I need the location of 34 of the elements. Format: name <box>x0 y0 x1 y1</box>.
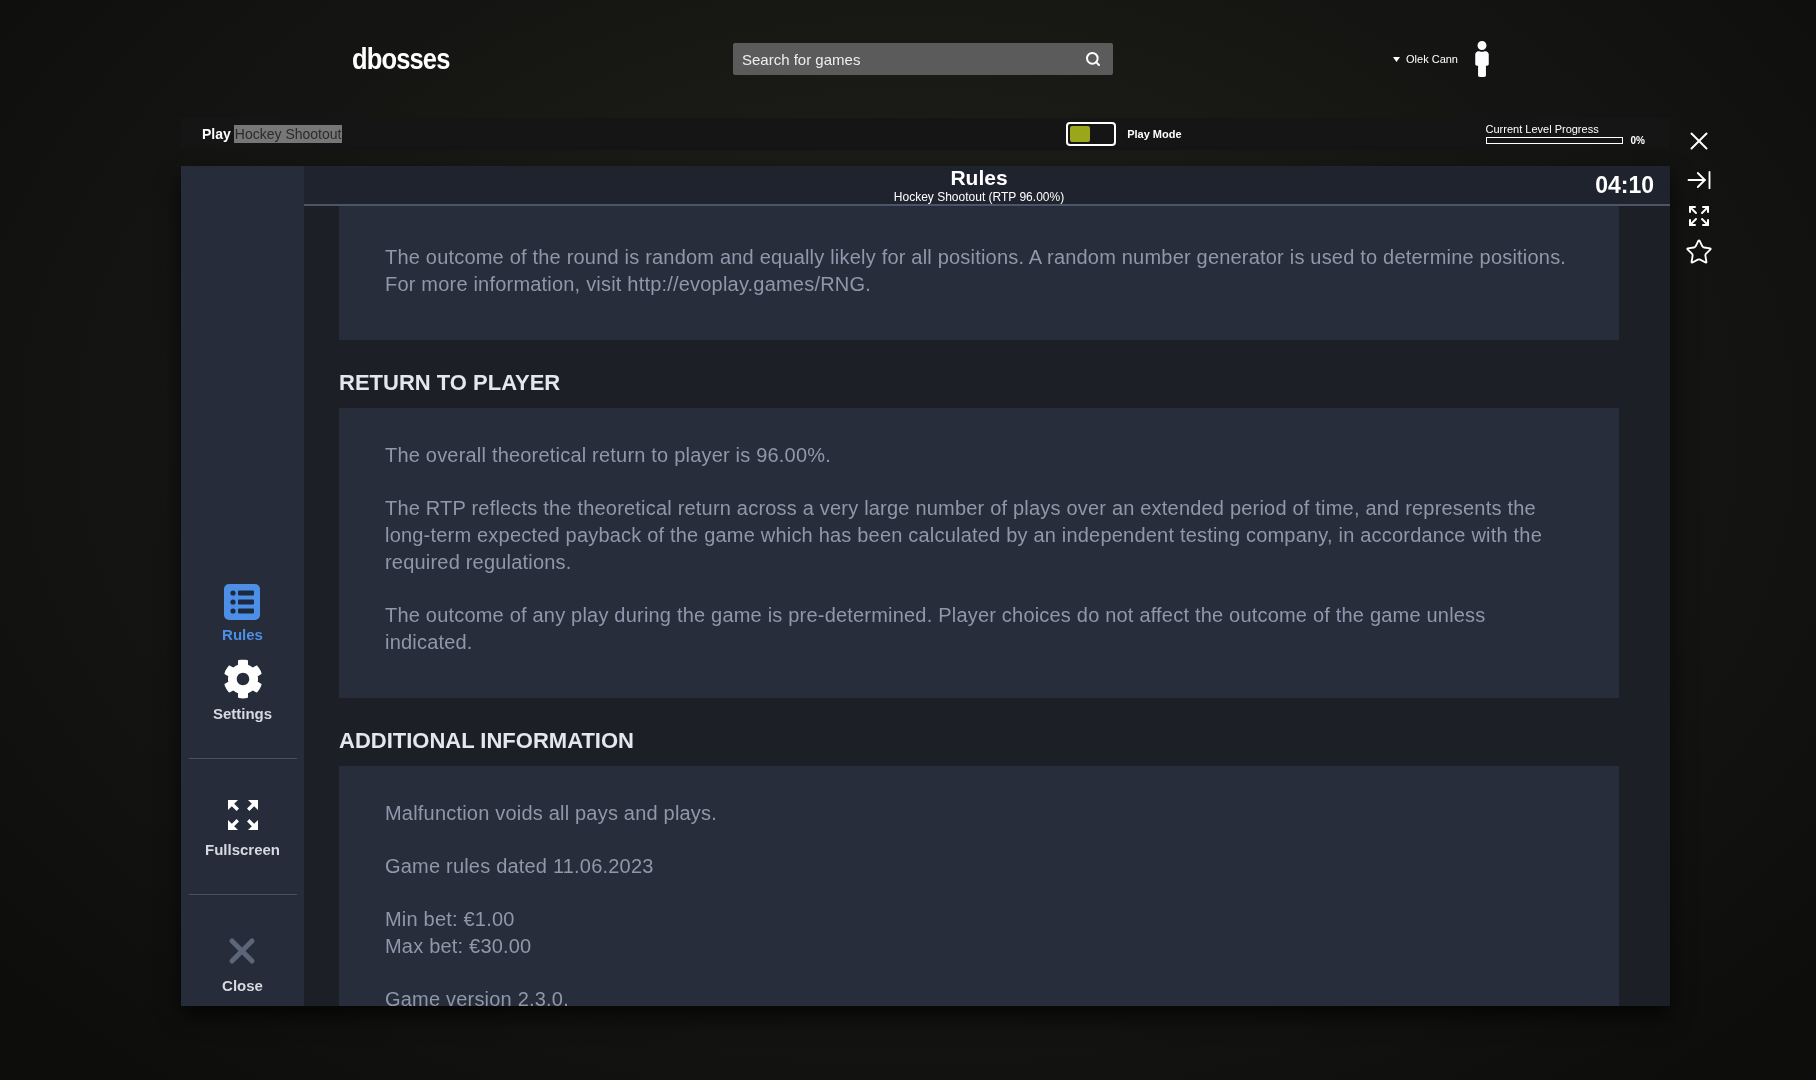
rules-paragraph: The RTP reflects the theoretical return across a very large number of plays over an extended period of time, and represents the long-term expected payback of the game which has been calculated by an independent testing company, in accordance with the required regulations. <box>385 496 1543 575</box>
rules-paragraph: The overall theoretical return to player is 96.00%. <box>385 443 832 468</box>
logo[interactable]: dbosses <box>352 42 450 76</box>
rules-paragraph: Malfunction voids all pays and plays. <box>385 801 719 826</box>
progress-reading: 0% <box>1630 134 1645 146</box>
rules-paragraph: Game rules dated 11.06.2023 <box>385 854 655 879</box>
section-heading: RETURN TO PLAYER <box>339 370 562 396</box>
rules-paragraph: The outcome of any play during the game is pre-determined. Player choices do not affect the outcome of the game unless indicated. <box>385 603 1487 655</box>
settings-button[interactable]: Settings <box>212 651 273 730</box>
rules-button[interactable]: Rules <box>222 576 263 651</box>
list-icon <box>224 584 261 620</box>
progress-label: Current Level Progress <box>1485 122 1600 135</box>
rules-title: Rules <box>950 166 1008 190</box>
fullscreen-icon <box>1687 204 1711 228</box>
favorite-tool-button[interactable] <box>1685 238 1713 266</box>
caret-icon[interactable] <box>1393 56 1400 62</box>
play-label: Play <box>202 126 231 142</box>
play-mode-toggle[interactable] <box>1066 122 1117 146</box>
rules-paragraph: Min bet: €1.00 Max bet: €30.00 <box>385 907 533 959</box>
rules-subtitle: Hockey Shootout (RTP 96.00%) <box>893 190 1065 204</box>
user-name[interactable]: Olek Cann <box>1406 53 1458 65</box>
game-name: Hockey Shootout <box>233 125 343 143</box>
fullscreen-button[interactable]: Fullscreen <box>205 787 280 866</box>
gear-icon <box>222 659 263 699</box>
rules-paragraph: The outcome of the round is random and equally likely for all positions. A random number generator is used to determine positions. For more information, visit http://evoplay.games/RNG. <box>385 245 1568 297</box>
play-mode-label: Play Mode <box>1127 128 1182 140</box>
timer: 04:10 <box>1595 171 1654 199</box>
rules-paragraph: Game version 2.3.0. <box>385 987 570 1006</box>
star-icon <box>1685 238 1713 266</box>
search-icon[interactable] <box>1085 51 1101 67</box>
search-field[interactable]: Search for games <box>733 43 1113 75</box>
section-heading: ADDITIONAL INFORMATION <box>339 728 635 754</box>
fullscreen-tool-button[interactable] <box>1687 204 1711 228</box>
close-button[interactable]: Close <box>222 923 263 1002</box>
